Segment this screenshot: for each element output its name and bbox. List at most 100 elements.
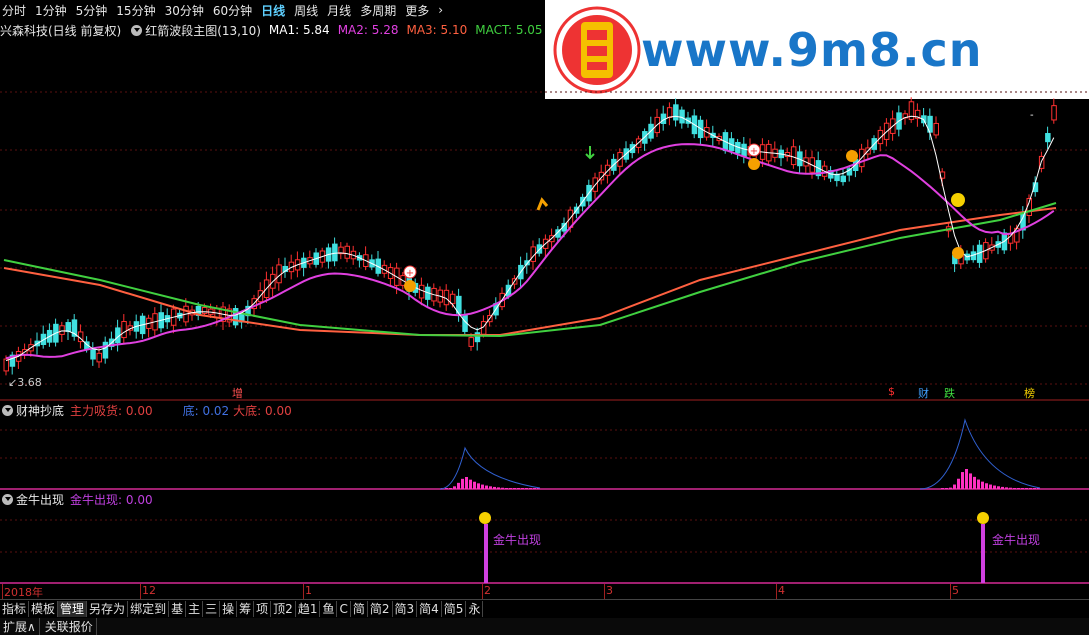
toolbar-item-5[interactable]: 基 xyxy=(169,600,187,617)
down-arrow-icon xyxy=(585,146,595,160)
up-arrow-icon xyxy=(952,247,964,259)
candle-body xyxy=(1051,105,1057,121)
toolbar-item-8[interactable]: 操 xyxy=(220,600,238,617)
histogram-bar xyxy=(1029,488,1032,489)
money-bag-icon xyxy=(479,512,491,524)
toolbar-item-2[interactable]: 管理 xyxy=(58,600,88,617)
price-marker: - xyxy=(1030,110,1034,121)
date-tick xyxy=(776,584,777,599)
date-label: 2018年 xyxy=(4,586,43,599)
histogram-bar xyxy=(945,488,948,489)
histogram-bar xyxy=(477,483,480,489)
toolbar-item-7[interactable]: 三 xyxy=(203,600,221,617)
candle-body xyxy=(1045,133,1051,143)
histogram-bar xyxy=(997,486,1000,489)
candle-body xyxy=(276,264,282,284)
panel3-title: 金牛出现 金牛出现: 0.00 xyxy=(0,491,153,508)
histogram-bar xyxy=(1025,488,1028,489)
candle-body xyxy=(933,122,939,136)
toolbar-item-18[interactable]: 简4 xyxy=(417,600,442,617)
histogram-bar xyxy=(521,488,524,489)
toolbar-item-1[interactable]: 模板 xyxy=(29,600,59,617)
signal-cai: 财 xyxy=(918,387,929,400)
golden-bull-bar xyxy=(484,524,488,583)
date-tick xyxy=(2,584,3,599)
histogram-bar xyxy=(969,473,972,489)
histogram-bar xyxy=(949,487,952,489)
histogram-bar xyxy=(445,488,448,489)
histogram-bar xyxy=(465,477,468,489)
golden-bull-label: 金牛出现 xyxy=(493,533,542,547)
panel2-zhuli: 主力吸货: 0.00 xyxy=(70,404,153,418)
histogram-bar xyxy=(461,478,464,489)
histogram-bar xyxy=(449,488,452,489)
toolbar-item-19[interactable]: 简5 xyxy=(442,600,467,617)
histogram-bar xyxy=(1033,488,1036,489)
signal-zeng: 增 xyxy=(232,387,243,400)
histogram-bar xyxy=(973,476,976,489)
toolbar-item-10[interactable]: 项 xyxy=(254,600,272,617)
histogram-bar xyxy=(473,481,476,489)
toolbar-item-6[interactable]: 主 xyxy=(186,600,204,617)
histogram-bar xyxy=(505,488,508,489)
histogram-bar xyxy=(501,487,504,489)
expand-button[interactable]: 扩展∧ xyxy=(0,618,40,635)
candle-body xyxy=(418,284,425,299)
histogram-bar xyxy=(469,479,472,489)
toolbar-item-9[interactable]: 筹 xyxy=(237,600,255,617)
indicator-toolbar: 指标 模板 管理 另存为 绑定到基主三操筹项顶2 趋1 鱼 C 简简2 简3 简4 简5 永 xyxy=(0,599,1089,617)
histogram-bar xyxy=(981,481,984,489)
signal-s: $ xyxy=(888,385,895,398)
histogram-bar xyxy=(457,482,460,489)
candle-body xyxy=(741,143,747,157)
candle-body xyxy=(468,337,474,347)
toolbar-item-13[interactable]: 鱼 xyxy=(320,600,338,617)
status-bar: 扩展∧ 关联报价 xyxy=(0,618,1089,635)
histogram-bar xyxy=(941,488,944,489)
toolbar-item-4[interactable]: 绑定到 xyxy=(128,600,170,617)
candle-body xyxy=(834,173,840,182)
panel3-name[interactable]: 金牛出现 xyxy=(16,491,64,508)
candle-body xyxy=(332,243,338,262)
histogram-bar xyxy=(989,484,992,489)
toolbar-item-15[interactable]: 简 xyxy=(351,600,368,617)
candle-body xyxy=(679,109,685,124)
panel2-di: 底: 0.02 xyxy=(182,404,230,418)
panel2-name[interactable]: 财神抄底 xyxy=(16,402,64,419)
panel2-dropdown-icon[interactable] xyxy=(2,405,13,416)
date-tick xyxy=(303,584,304,599)
toolbar-item-17[interactable]: 简3 xyxy=(393,600,418,617)
histogram-bar xyxy=(481,484,484,489)
date-tick xyxy=(482,584,483,599)
histogram-bar xyxy=(517,488,520,489)
date-tick xyxy=(604,584,605,599)
date-tick xyxy=(140,584,141,599)
toolbar-item-3[interactable]: 另存为 xyxy=(87,600,129,617)
candle-body xyxy=(121,321,127,339)
panel3-dropdown-icon[interactable] xyxy=(2,494,13,505)
histogram-bar xyxy=(497,487,500,489)
money-bag-icon xyxy=(977,512,989,524)
chart-canvas[interactable]: + + - xyxy=(0,0,1089,600)
panel2-title: 财神抄底 主力吸货: 0.00 底: 0.02 大底: 0.00 xyxy=(0,402,292,419)
golden-bull-label: 金牛出现 xyxy=(992,533,1041,547)
histogram-bar xyxy=(453,486,456,489)
candle-body xyxy=(65,322,71,332)
linked-quote-button[interactable]: 关联报价 xyxy=(42,618,97,635)
candle-body xyxy=(449,293,456,305)
svg-text:+: + xyxy=(406,268,414,279)
candle-body xyxy=(790,146,797,166)
histogram-bar xyxy=(493,486,496,489)
toolbar-item-11[interactable]: 顶2 xyxy=(271,600,296,617)
toolbar-item-16[interactable]: 简2 xyxy=(368,600,393,617)
histogram-bar xyxy=(1005,487,1008,489)
histogram-bar xyxy=(485,485,488,489)
candle-body xyxy=(201,307,208,314)
toolbar-item-20[interactable]: 永 xyxy=(466,600,484,617)
toolbar-item-12[interactable]: 趋1 xyxy=(296,600,321,617)
toolbar-item-0[interactable]: 指标 xyxy=(0,600,30,617)
signal-bang: 榜 xyxy=(1024,387,1035,400)
candle-body xyxy=(90,348,96,360)
toolbar-item-14[interactable]: C xyxy=(337,600,351,617)
date-label: 3 xyxy=(606,584,613,597)
